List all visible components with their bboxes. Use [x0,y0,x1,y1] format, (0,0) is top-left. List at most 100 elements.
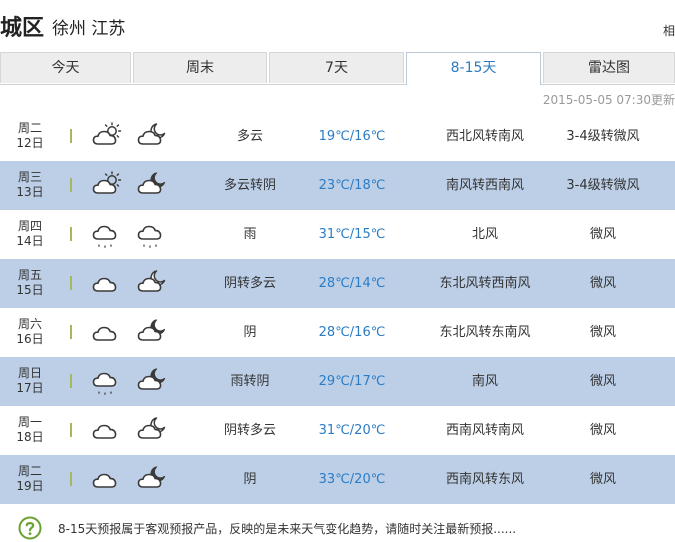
overcast-icon [92,424,117,439]
wind-direction: 西南风转东风 [445,472,524,487]
row-divider [70,472,72,486]
partly-cloudy-sun-icon [92,122,122,145]
temperature-range: 29℃/17℃ [318,374,386,389]
tab-7-days[interactable]: 7天 [269,52,404,83]
temperature-range: 28℃/16℃ [318,325,386,340]
temperature-range: 19℃/16℃ [318,129,386,144]
forecast-day: 周二 19日 [0,464,60,494]
forecast-day: 周五 15日 [0,268,60,298]
partly-cloudy-sun-icon [92,171,122,194]
overcast-icon [92,326,117,341]
forecast-row: 周日 17日 雨转阴 29℃/17℃ 南风 微风 [0,357,675,406]
rain-icon [92,372,117,395]
wind-level: 微风 [589,227,616,242]
rain-icon [137,225,162,248]
temperature-range: 33℃/20℃ [318,472,386,487]
date-label: 18日 [16,430,44,444]
tab-8-15-days[interactable]: 8-15天 [406,52,541,85]
forecast-disclaimer: 8-15天预报属于客观预报产品，反映的是未来天气变化趋势，请随时关注最新预报..… [58,522,517,536]
wind-direction: 东北风转西南风 [439,276,531,291]
row-divider [70,227,72,241]
wind-direction: 北风 [471,227,498,242]
rain-icon [92,225,117,248]
weekday-label: 周六 [17,317,42,331]
update-timestamp: 2015-05-05 07:30更新 [542,93,675,107]
wind-level: 3-4级转微风 [566,178,640,193]
related-link[interactable]: 相 [663,22,675,39]
forecast-row: 周五 15日 阴转多云 28℃/14℃ 东北风转西南风 微风 [0,259,675,308]
weekday-label: 周三 [17,170,42,184]
forecast-row: 周一 18日 阴转多云 31℃/20℃ 西南风转南风 微风 [0,406,675,455]
overcast-moon-icon [137,319,166,341]
forecast-row: 周二 19日 阴 33℃/20℃ 西南风转东风 微风 [0,455,675,504]
wind-level: 微风 [589,374,616,389]
weekday-label: 周五 [17,268,42,282]
forecast-tabs: 今天 周末 7天 8-15天 雷达图 [0,50,675,85]
date-label: 14日 [16,234,44,248]
forecast-row: 周三 13日 多云转阴 23℃/18℃ 南风转西南风 3-4级转微风 [0,161,675,210]
weekday-label: 周一 [17,415,42,429]
overcast-icon [92,277,117,292]
wind-direction: 东北风转东南风 [439,325,531,340]
weekday-label: 周二 [17,464,42,478]
date-label: 13日 [16,185,44,199]
weather-description: 阴转多云 [223,276,276,291]
forecast-day: 周一 18日 [0,415,60,445]
partly-cloudy-moon-icon [137,123,166,145]
row-divider [70,178,72,192]
weekday-label: 周二 [17,121,42,135]
weekday-label: 周四 [17,219,42,233]
forecast-day: 周六 16日 [0,317,60,347]
wind-level: 3-4级转微风 [566,129,640,144]
wind-level: 微风 [589,423,616,438]
forecast-list: 周二 12日 多云 19℃/16℃ 西北风转南风 3-4级转微风 周三 13日 多云转阴 23℃/… [0,112,675,504]
row-divider [70,423,72,437]
district-title: 城区 [0,16,45,41]
row-divider [70,325,72,339]
date-label: 15日 [16,283,44,297]
forecast-day: 周日 17日 [0,366,60,396]
weekday-label: 周日 [17,366,42,380]
forecast-day: 周三 13日 [0,170,60,200]
forecast-day: 周二 12日 [0,121,60,151]
weather-description: 阴转多云 [223,423,276,438]
forecast-row: 周六 16日 阴 28℃/16℃ 东北风转东南风 微风 [0,308,675,357]
row-divider [70,374,72,388]
wind-direction: 南风转西南风 [445,178,524,193]
wind-direction: 南风 [471,374,498,389]
weather-description: 雨转阴 [230,374,270,389]
forecast-day: 周四 14日 [0,219,60,249]
wind-direction: 西南风转南风 [445,423,524,438]
partly-cloudy-moon-icon [137,270,166,292]
forecast-row: 周二 12日 多云 19℃/16℃ 西北风转南风 3-4级转微风 [0,112,675,161]
row-divider [70,129,72,143]
tab-today[interactable]: 今天 [0,52,131,83]
footer-note: 8-15天预报属于客观预报产品，反映的是未来天气变化趋势，请随时关注最新预报..… [0,514,675,542]
temperature-range: 23℃/18℃ [318,178,386,193]
weather-description: 阴 [243,472,257,487]
overcast-moon-icon [137,172,166,194]
tab-radar[interactable]: 雷达图 [543,52,675,83]
wind-direction: 西北风转南风 [445,129,524,144]
temperature-range: 28℃/14℃ [318,276,386,291]
date-label: 19日 [16,479,44,493]
city-province-title: 徐州 江苏 [52,19,126,39]
temperature-range: 31℃/15℃ [318,227,386,242]
overcast-icon [92,473,117,488]
weather-description: 雨 [243,227,257,242]
location-header: 城区 徐州 江苏 相 [0,0,675,50]
date-label: 16日 [16,332,44,346]
row-divider [70,276,72,290]
temperature-range: 31℃/20℃ [318,423,386,438]
wind-level: 微风 [589,276,616,291]
wind-level: 微风 [589,472,616,487]
overcast-moon-icon [137,368,166,390]
wind-level: 微风 [589,325,616,340]
weather-description: 多云 [236,129,263,144]
tab-weekend[interactable]: 周末 [133,52,267,83]
date-label: 17日 [16,381,44,395]
weather-description: 多云转阴 [223,178,276,193]
partly-cloudy-moon-icon [137,417,166,439]
overcast-moon-icon [137,466,166,488]
help-question-icon[interactable] [18,516,42,540]
